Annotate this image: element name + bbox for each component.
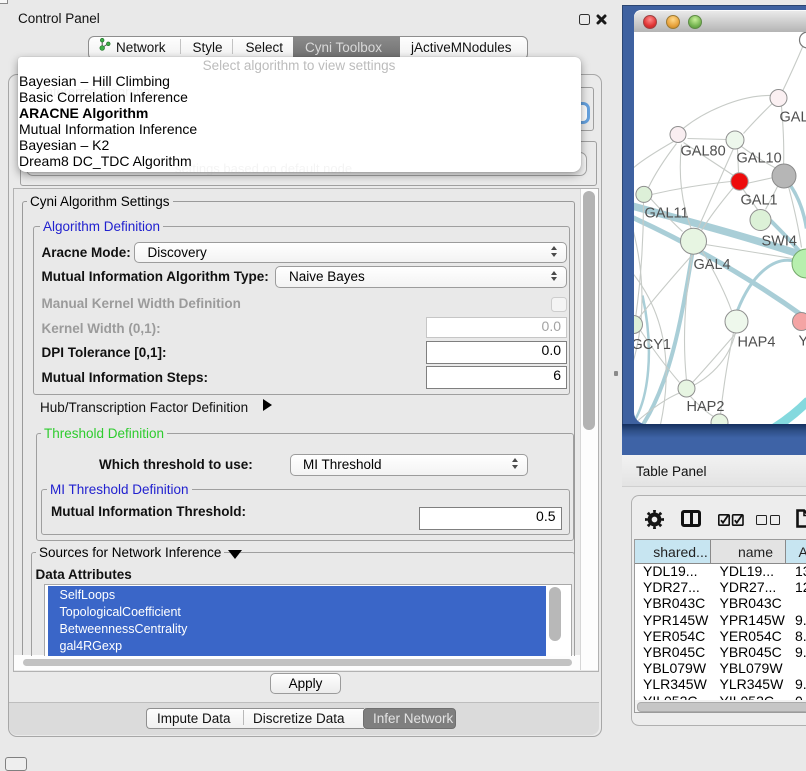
svg-text:HAP2: HAP2: [686, 399, 724, 415]
svg-text:HAP4: HAP4: [737, 334, 775, 350]
svg-text:SWI4: SWI4: [761, 233, 796, 249]
svg-text:GAL10: GAL10: [736, 150, 781, 166]
svg-text:GAL: GAL: [779, 109, 806, 125]
svg-text:Y: Y: [798, 333, 806, 349]
svg-text:GAL80: GAL80: [680, 143, 725, 159]
svg-text:GAL11: GAL11: [644, 205, 688, 221]
svg-text:GAL4: GAL4: [693, 257, 730, 273]
svg-text:GAL1: GAL1: [740, 192, 777, 208]
svg-text:GCY1: GCY1: [634, 337, 671, 353]
